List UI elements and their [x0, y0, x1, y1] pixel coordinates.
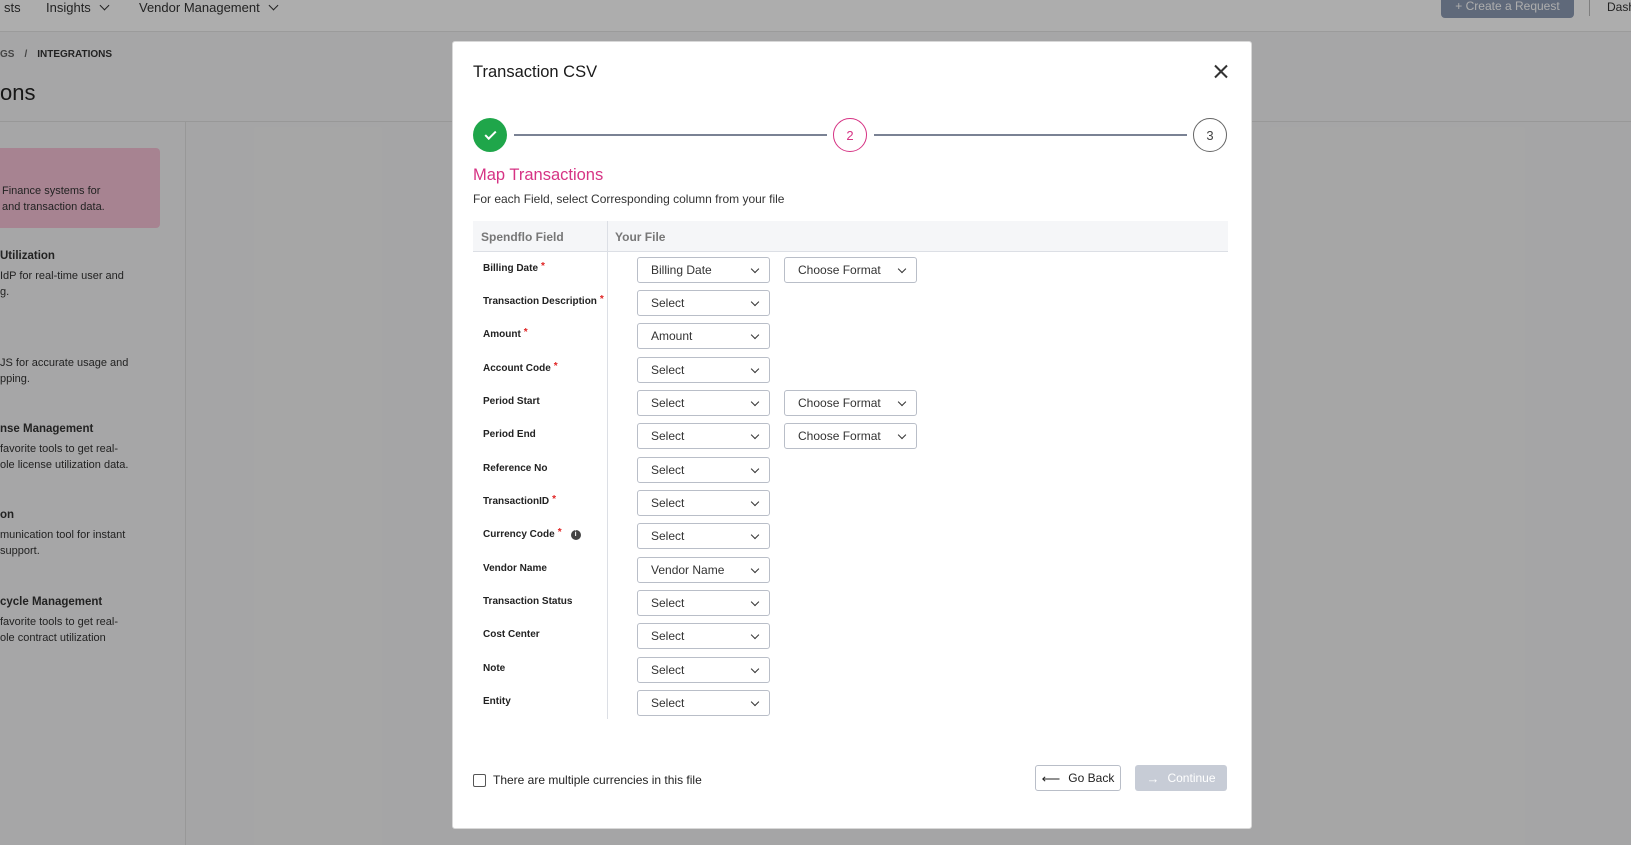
field-label: Vendor Name	[483, 563, 547, 574]
required-mark: *	[553, 360, 558, 372]
column-select[interactable]: Select	[637, 290, 770, 316]
field-label: Entity	[483, 696, 511, 707]
column-select[interactable]: Select	[637, 390, 770, 416]
field-label: Period Start	[483, 396, 540, 407]
column-select[interactable]: Amount	[637, 323, 770, 349]
column-header-spendflo-field: Spendflo Field	[481, 230, 564, 244]
chevron-down-icon	[897, 430, 907, 440]
chevron-down-icon	[750, 497, 760, 507]
field-label: Note	[483, 663, 506, 674]
column-select[interactable]: Select	[637, 657, 770, 683]
chevron-down-icon	[750, 664, 760, 674]
field-label: Reference No	[483, 463, 548, 474]
go-back-button[interactable]: ⟵ Go Back	[1035, 765, 1121, 791]
step-1-complete	[473, 118, 507, 152]
chevron-down-icon	[750, 530, 760, 540]
format-select[interactable]: Choose Format	[784, 257, 917, 283]
chevron-down-icon	[750, 564, 760, 574]
multiple-currencies-checkbox[interactable]: There are multiple currencies in this fi…	[473, 773, 702, 787]
chevron-down-icon	[750, 430, 760, 440]
table-row: Period End Select Choose Format	[473, 419, 1228, 451]
step-2-active: 2	[833, 118, 867, 152]
column-select[interactable]: Select	[637, 457, 770, 483]
chevron-down-icon	[750, 630, 760, 640]
column-select[interactable]: Select	[637, 490, 770, 516]
table-row: TransactionID * Select	[473, 486, 1228, 518]
chevron-down-icon	[750, 330, 760, 340]
chevron-down-icon	[897, 397, 907, 407]
column-select[interactable]: Billing Date	[637, 257, 770, 283]
field-label: Currency Code	[483, 529, 555, 540]
chevron-down-icon	[750, 364, 760, 374]
table-row: Note Select	[473, 653, 1228, 685]
chevron-down-icon	[897, 264, 907, 274]
column-select[interactable]: Select	[637, 423, 770, 449]
info-icon[interactable]: i	[570, 529, 581, 540]
table-row: Billing Date * Billing Date Choose Format	[473, 253, 1228, 285]
table-row: Cost Center Select	[473, 619, 1228, 651]
table-row: Amount * Amount	[473, 319, 1228, 351]
chevron-down-icon	[750, 464, 760, 474]
modal-title: Transaction CSV	[473, 63, 598, 81]
section-subtitle: For each Field, select Corresponding col…	[473, 192, 785, 206]
format-select[interactable]: Choose Format	[784, 390, 917, 416]
chevron-down-icon	[750, 697, 760, 707]
checkbox[interactable]	[473, 773, 486, 787]
step-3-pending: 3	[1193, 118, 1227, 152]
required-mark: *	[523, 326, 528, 338]
table-row: Period Start Select Choose Format	[473, 386, 1228, 418]
field-label: Transaction Status	[483, 596, 573, 607]
continue-button[interactable]: → Continue	[1135, 765, 1227, 791]
column-select[interactable]: Select	[637, 623, 770, 649]
field-label: Period End	[483, 429, 536, 440]
table-row: Account Code * Select	[473, 353, 1228, 385]
field-label: TransactionID	[483, 496, 550, 507]
chevron-down-icon	[750, 264, 760, 274]
field-label: Account Code	[483, 363, 551, 374]
mapping-table-header: Spendflo Field Your File	[473, 221, 1228, 252]
required-mark: *	[557, 526, 562, 538]
field-label: Amount	[483, 329, 521, 340]
check-icon	[483, 127, 497, 140]
table-row: Transaction Status Select	[473, 586, 1228, 618]
chevron-down-icon	[750, 597, 760, 607]
field-label: Cost Center	[483, 629, 540, 640]
table-row: Transaction Description * Select	[473, 286, 1228, 318]
table-row: Reference No Select	[473, 453, 1228, 485]
arrow-left-icon: ⟵	[1041, 770, 1061, 786]
required-mark: *	[552, 493, 557, 505]
chevron-down-icon	[750, 297, 760, 307]
table-row: Currency Code * i Select	[473, 519, 1228, 551]
column-select[interactable]: Select	[637, 590, 770, 616]
table-row: Entity Select	[473, 686, 1228, 718]
column-select[interactable]: Select	[637, 523, 770, 549]
field-label: Transaction Description	[483, 296, 597, 307]
table-row: Vendor Name Vendor Name	[473, 553, 1228, 585]
field-label: Billing Date	[483, 263, 539, 274]
arrow-right-icon: →	[1146, 770, 1160, 786]
column-select[interactable]: Select	[637, 357, 770, 383]
column-header-your-file: Your File	[615, 230, 666, 244]
transaction-csv-modal: Transaction CSV 2 3 Map Transactions For…	[452, 41, 1252, 829]
required-mark: *	[599, 293, 604, 305]
step-connector	[514, 134, 827, 136]
required-mark: *	[541, 260, 545, 272]
column-select[interactable]: Vendor Name	[637, 557, 770, 583]
checkbox-label: There are multiple currencies in this fi…	[493, 773, 702, 787]
step-connector	[874, 134, 1187, 136]
chevron-down-icon	[750, 397, 760, 407]
section-title: Map Transactions	[473, 166, 604, 184]
column-select[interactable]: Select	[637, 690, 770, 716]
format-select[interactable]: Choose Format	[784, 423, 917, 449]
close-icon[interactable]	[1209, 60, 1233, 84]
